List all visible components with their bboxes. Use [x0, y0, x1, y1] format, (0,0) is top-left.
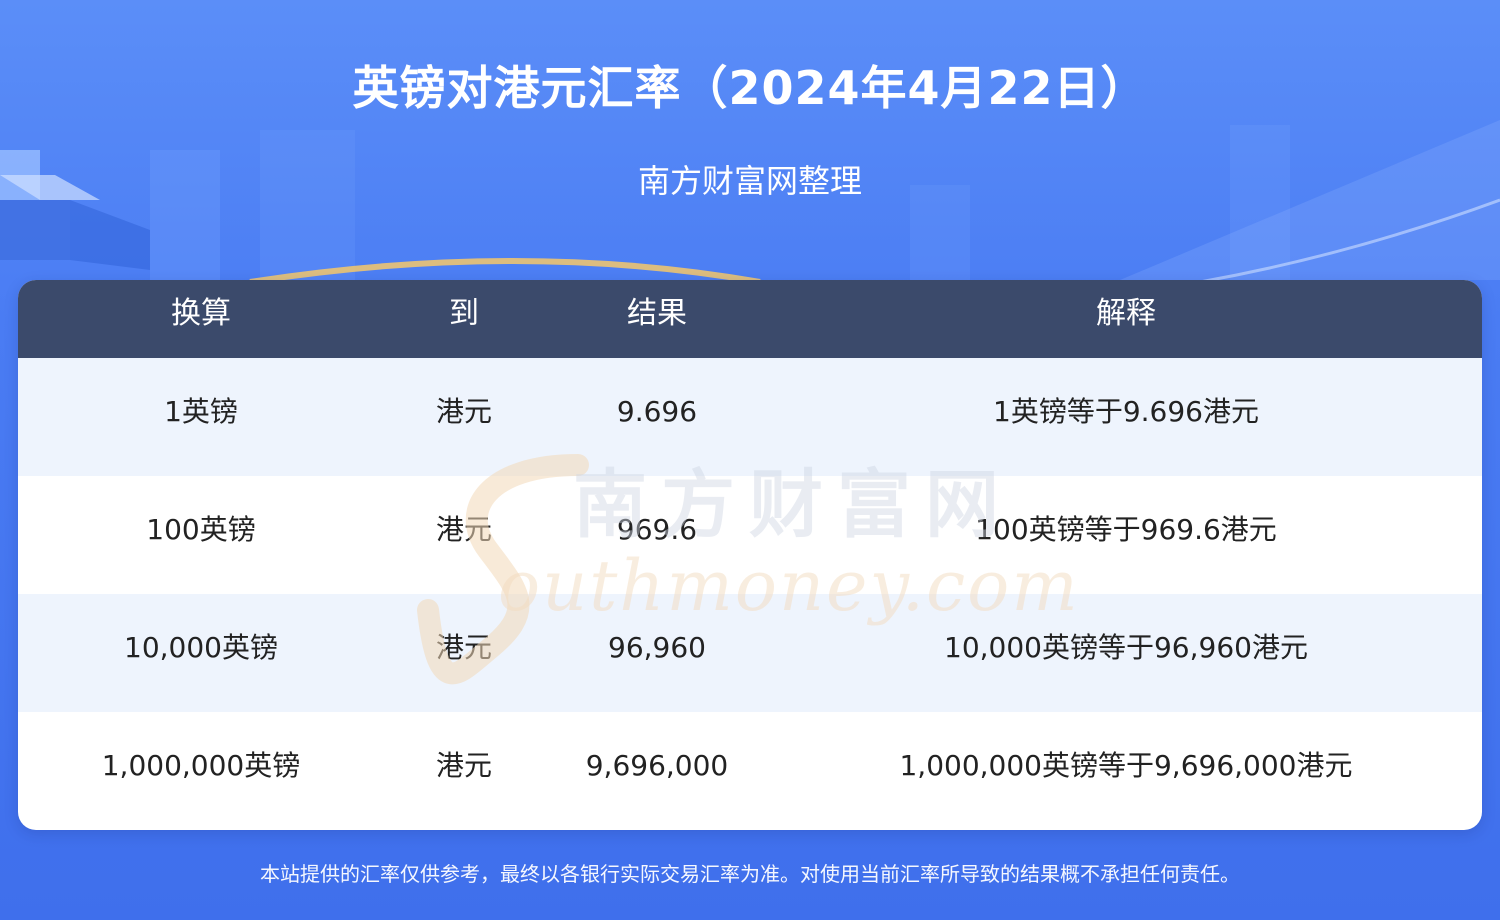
cell-explain: 1,000,000英镑等于9,696,000港元 [899, 749, 1353, 782]
cell-result: 969.6 [616, 513, 698, 546]
cell-amount: 1英镑 [164, 395, 238, 428]
disclaimer-text: 本站提供的汇率仅供参考，最终以各银行实际交易汇率为准。对使用当前汇率所导致的结果… [260, 862, 1240, 886]
cell-explain: 100英镑等于969.6港元 [975, 513, 1277, 546]
cell-result: 9.696 [616, 395, 698, 428]
exchange-table-card: 换算 到 结果 解释 1英镑 港元 9.696 1英镑等于9.696港元 100… [18, 280, 1482, 830]
table-row: 100英镑 港元 969.6 100英镑等于969.6港元 [18, 476, 1482, 594]
column-header-to: 到 [449, 296, 479, 331]
cell-to: 港元 [435, 631, 492, 664]
column-header-convert: 换算 [171, 296, 231, 331]
table-header: 换算 到 结果 解释 [18, 280, 1482, 358]
cell-to: 港元 [435, 749, 492, 782]
cell-to: 港元 [435, 513, 492, 546]
column-header-explain: 解释 [1096, 296, 1156, 331]
page-subtitle: 南方财富网整理 [637, 162, 862, 200]
table-row: 1,000,000英镑 港元 9,696,000 1,000,000英镑等于9,… [18, 712, 1482, 830]
cell-to: 港元 [435, 395, 492, 428]
cell-amount: 1,000,000英镑 [101, 749, 301, 782]
cell-result: 96,960 [608, 631, 706, 664]
table-row: 10,000英镑 港元 96,960 10,000英镑等于96,960港元 [18, 594, 1482, 712]
column-header-result: 结果 [627, 296, 687, 331]
cell-explain: 1英镑等于9.696港元 [993, 395, 1259, 428]
cell-amount: 10,000英镑 [124, 631, 278, 664]
cell-explain: 10,000英镑等于96,960港元 [944, 631, 1308, 664]
table-row: 1英镑 港元 9.696 1英镑等于9.696港元 [18, 358, 1482, 476]
page-title: 英镑对港元汇率（2024年4月22日） [352, 61, 1148, 115]
cell-amount: 100英镑 [146, 513, 256, 546]
header-background-decoration [0, 120, 1500, 285]
cell-result: 9,696,000 [585, 749, 729, 782]
